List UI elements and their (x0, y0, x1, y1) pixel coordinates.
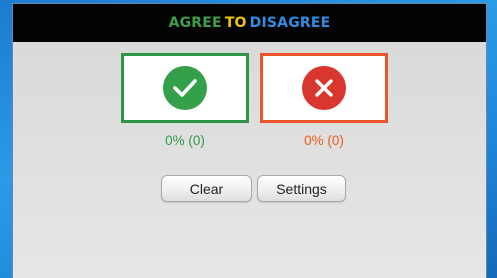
title-agree: AGREE (168, 15, 222, 31)
title-disagree: DISAGREE (249, 15, 331, 31)
agree-percent: 0% (0) (165, 133, 205, 148)
app-window: AGREE TO DISAGREE 0% (0) 0% (0) Clear Se… (13, 4, 486, 278)
title-to: TO (224, 15, 247, 31)
check-icon (163, 66, 207, 110)
disagree-percent: 0% (0) (304, 133, 344, 148)
title-bar: AGREE TO DISAGREE (13, 4, 486, 42)
agree-button[interactable] (121, 53, 249, 123)
cross-icon (302, 66, 346, 110)
disagree-button[interactable] (260, 53, 388, 123)
clear-button[interactable]: Clear (161, 175, 252, 202)
settings-button[interactable]: Settings (257, 175, 346, 202)
